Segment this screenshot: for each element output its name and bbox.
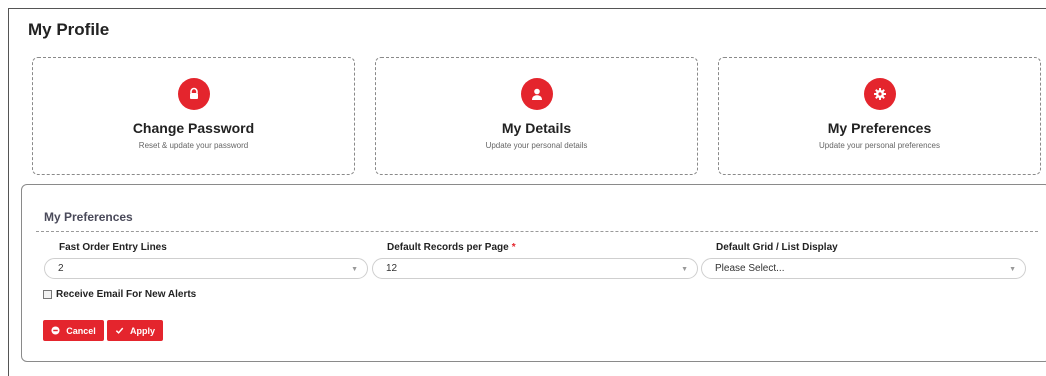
- chevron-down-icon: ▼: [351, 266, 358, 273]
- email-alerts-checkbox[interactable]: [43, 290, 52, 299]
- card-title: My Details: [501, 120, 572, 136]
- required-marker: *: [511, 242, 516, 253]
- my-preferences-card[interactable]: My Preferences Update your personal pref…: [718, 57, 1041, 175]
- chevron-down-icon: ▼: [681, 266, 688, 273]
- card-subtitle: Update your personal preferences: [819, 141, 940, 150]
- chevron-down-icon: ▼: [1009, 266, 1016, 273]
- card-subtitle: Reset & update your password: [138, 141, 249, 150]
- cancel-icon: [51, 326, 60, 335]
- section-title: My Preferences: [44, 210, 133, 224]
- gear-icon: [863, 78, 896, 110]
- grid-list-display-label: Default Grid / List Display: [716, 242, 838, 253]
- records-per-page-label: Default Records per Page *: [387, 242, 516, 253]
- page-title: My Profile: [28, 20, 110, 39]
- cancel-label: Cancel: [66, 325, 96, 336]
- apply-button[interactable]: Apply: [107, 320, 163, 341]
- fast-order-lines-select[interactable]: 2 ▼: [44, 258, 368, 279]
- email-alerts-label: Receive Email For New Alerts: [56, 289, 197, 300]
- my-details-card[interactable]: My Details Update your personal details: [375, 57, 698, 175]
- select-value: Please Select...: [715, 263, 785, 274]
- card-title: Change Password: [132, 120, 255, 136]
- email-alerts-checkbox-row[interactable]: Receive Email For New Alerts: [43, 289, 196, 300]
- lock-icon: [177, 78, 210, 110]
- change-password-card[interactable]: Change Password Reset & update your pass…: [32, 57, 355, 175]
- fast-order-lines-label: Fast Order Entry Lines: [59, 242, 167, 253]
- cancel-button[interactable]: Cancel: [43, 320, 104, 341]
- select-value: 12: [386, 263, 398, 274]
- check-icon: [115, 326, 124, 335]
- card-title: My Preferences: [827, 120, 932, 136]
- card-subtitle: Update your personal details: [485, 141, 588, 150]
- section-divider: [36, 231, 1038, 232]
- grid-list-display-select[interactable]: Please Select... ▼: [701, 258, 1026, 279]
- select-value: 2: [58, 263, 64, 274]
- user-icon: [520, 78, 553, 110]
- apply-label: Apply: [129, 325, 155, 336]
- records-per-page-select[interactable]: 12 ▼: [372, 258, 698, 279]
